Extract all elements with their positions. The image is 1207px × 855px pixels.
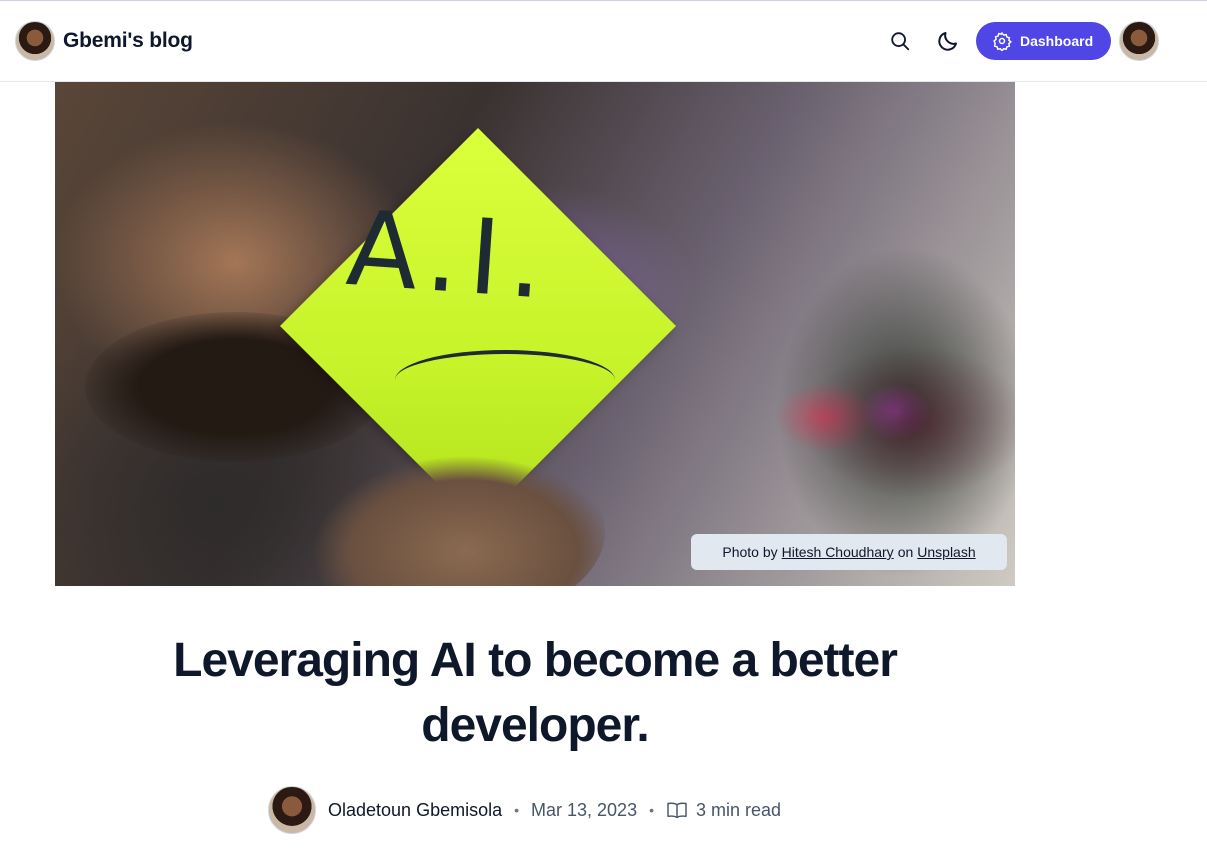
- dashboard-label: Dashboard: [1020, 33, 1094, 49]
- credit-middle: on: [897, 544, 914, 560]
- read-time-label: 3 min read: [696, 799, 782, 820]
- unsplash-link[interactable]: Unsplash: [917, 544, 975, 560]
- theme-toggle-button[interactable]: [930, 23, 966, 59]
- read-time: 3 min read: [666, 800, 781, 821]
- photo-credit: Photo by Hitesh Choudhary on Unsplash: [691, 534, 1007, 570]
- moon-icon: [938, 32, 957, 51]
- search-icon: [891, 32, 910, 51]
- blog-title[interactable]: Gbemi's blog: [63, 29, 193, 53]
- gear-icon: [993, 31, 1012, 51]
- blog-logo-avatar[interactable]: [15, 21, 55, 61]
- sticky-note-text: A.I.: [342, 186, 558, 324]
- site-header: Gbemi's blog Dashboard: [0, 1, 1207, 82]
- author-name[interactable]: Oladetoun Gbemisola: [328, 800, 502, 821]
- cover-image: A.I. Photo by Hitesh Choudhary on Unspla…: [55, 82, 1015, 586]
- separator-dot: •: [514, 802, 520, 818]
- photographer-link[interactable]: Hitesh Choudhary: [782, 544, 894, 560]
- search-button[interactable]: [882, 23, 918, 59]
- post-title: Leveraging AI to become a better develop…: [173, 634, 898, 752]
- author-avatar[interactable]: [268, 786, 316, 834]
- book-icon: [667, 802, 687, 819]
- post-meta: Oladetoun Gbemisola • Mar 13, 2023 • 3 m…: [268, 786, 781, 834]
- dashboard-button[interactable]: Dashboard: [976, 22, 1111, 60]
- separator-dot: •: [649, 802, 654, 818]
- user-avatar[interactable]: [1119, 21, 1159, 61]
- credit-prefix: Photo by: [722, 544, 778, 560]
- post-date: Mar 13, 2023: [531, 799, 638, 820]
